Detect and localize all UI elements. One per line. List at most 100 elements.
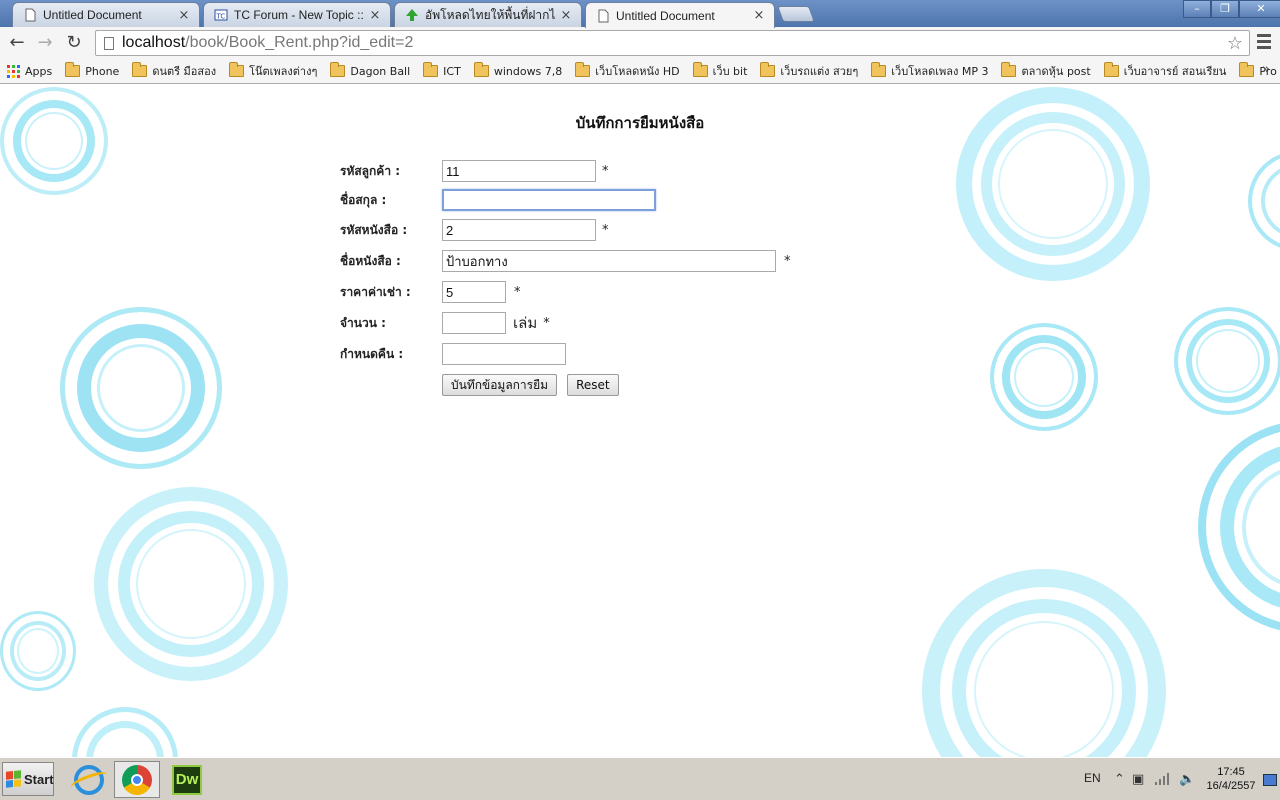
close-icon[interactable]: × xyxy=(368,8,382,23)
taskbar-internet-explorer[interactable] xyxy=(66,761,112,798)
book-name-label: ชื่อหนังสือ : xyxy=(340,253,401,268)
bookmark-label: ICT xyxy=(443,64,461,78)
tab-title: อัพโหลดไทยให้พื้นที่ฝากไฟล์ xyxy=(425,7,555,22)
bookmark-folder[interactable]: ICT xyxy=(423,62,461,78)
back-button[interactable]: ← xyxy=(6,32,28,54)
bookmark-folder[interactable]: Dagon Ball xyxy=(330,62,411,78)
decorative-ring xyxy=(922,569,1166,757)
book-id-input[interactable] xyxy=(442,219,596,241)
taskbar: Start Dw EN ⌃ ▣ 🔈 17:45 16/4/2557 xyxy=(0,757,1280,800)
required-marker: * xyxy=(514,284,521,300)
restore-button[interactable]: ❐ xyxy=(1211,0,1239,18)
bookmark-folder[interactable]: เว็บโหลดหนัง HD xyxy=(575,62,680,80)
row-book-name: ชื่อหนังสือ : * xyxy=(340,249,791,273)
new-tab-button[interactable] xyxy=(777,6,815,22)
folder-icon xyxy=(473,62,489,77)
start-label: Start xyxy=(24,771,54,787)
bookmark-label: เว็บ bit xyxy=(712,65,748,78)
taskbar-dreamweaver[interactable]: Dw xyxy=(164,761,210,798)
close-icon[interactable]: × xyxy=(177,8,191,23)
folder-icon xyxy=(423,62,439,77)
customer-id-input[interactable] xyxy=(442,160,596,182)
bookmark-folder[interactable]: windows 7,8 xyxy=(473,62,562,78)
bookmark-folder[interactable]: เว็บ bit xyxy=(692,62,748,80)
rent-price-input[interactable] xyxy=(442,281,506,303)
reset-button[interactable]: Reset xyxy=(567,374,619,396)
clock-date: 16/4/2557 xyxy=(1206,780,1256,792)
customer-id-label: รหัสลูกค้า : xyxy=(340,163,401,178)
tab-tc-forum[interactable]: TC TC Forum - New Topic :: เริ่ม × xyxy=(203,2,391,27)
bookmarks-more-chevron-icon[interactable]: » xyxy=(1262,62,1270,77)
system-clock[interactable]: 17:45 16/4/2557 xyxy=(1204,765,1258,793)
tab-upload-thai[interactable]: อัพโหลดไทยให้พื้นที่ฝากไฟล์ × xyxy=(394,2,582,27)
bookmark-label: เว็บรถแต่ง สวยๆ xyxy=(780,65,859,78)
quantity-input[interactable] xyxy=(442,312,506,334)
bookmark-star-icon[interactable]: ☆ xyxy=(1227,33,1243,54)
full-name-input[interactable] xyxy=(442,189,656,211)
page-icon xyxy=(596,9,610,23)
chrome-icon xyxy=(122,764,152,795)
bookmark-folder[interactable]: เว็บรถแต่ง สวยๆ xyxy=(760,62,858,80)
bookmark-folder[interactable]: โน๊ตเพลงต่างๆ xyxy=(229,62,317,80)
bookmark-folder[interactable]: Phone xyxy=(65,62,120,78)
network-signal-icon[interactable] xyxy=(1154,772,1172,790)
quantity-unit: เล่ม xyxy=(513,314,538,332)
clock-time: 17:45 xyxy=(1217,766,1245,778)
window-controls: – ❐ ✕ xyxy=(1183,0,1280,18)
row-quantity: จำนวน : เล่ม * xyxy=(340,311,550,335)
volume-speaker-icon[interactable]: 🔈 xyxy=(1179,772,1195,787)
return-date-input[interactable] xyxy=(442,343,566,365)
folder-icon xyxy=(65,62,81,77)
bookmark-folder[interactable]: เว็บอาจารย์ สอนเรียน xyxy=(1103,62,1227,80)
row-customer-id: รหัสลูกค้า : * xyxy=(340,159,609,183)
forum-icon: TC xyxy=(214,8,228,22)
decorative-ring xyxy=(72,707,178,757)
start-button[interactable]: Start xyxy=(2,762,54,796)
reload-button[interactable]: ↻ xyxy=(63,32,85,54)
url-host: localhost xyxy=(122,34,186,51)
show-hidden-icons-chevron-icon[interactable]: ⌃ xyxy=(1114,772,1125,787)
forward-button[interactable]: → xyxy=(34,32,56,54)
decorative-ring xyxy=(0,611,76,691)
taskbar-google-chrome[interactable] xyxy=(114,761,160,798)
bookmarks-bar: Apps Phone ดนตรี มือสอง โน๊ตเพลงต่างๆ Da… xyxy=(0,59,1280,84)
bookmark-folder[interactable]: Pro PB xyxy=(1239,62,1280,78)
bookmark-apps[interactable]: Apps xyxy=(7,64,53,78)
decorative-ring xyxy=(0,87,108,195)
bookmark-label: Apps xyxy=(25,64,53,78)
folder-icon xyxy=(575,62,591,77)
bookmark-label: เว็บอาจารย์ สอนเรียน xyxy=(1123,65,1227,78)
ie-icon xyxy=(74,764,104,795)
show-desktop-icon[interactable] xyxy=(1263,774,1277,786)
url-text[interactable]: localhost/book/Book_Rent.php?id_edit=2 xyxy=(122,34,413,52)
folder-icon xyxy=(1239,62,1255,77)
page-viewport: บันทึกการยืมหนังสือ รหัสลูกค้า : * ชื่อส… xyxy=(0,85,1280,757)
bookmark-folder[interactable]: ตลาดหุ้น post xyxy=(1001,62,1091,80)
tab-untitled-document-1[interactable]: Untitled Document × xyxy=(12,2,200,27)
svg-text:TC: TC xyxy=(216,13,226,21)
url-path: /book/Book_Rent.php?id_edit=2 xyxy=(185,34,414,51)
required-marker: * xyxy=(784,253,791,269)
tab-untitled-document-active[interactable]: Untitled Document × xyxy=(585,2,775,28)
book-name-input[interactable] xyxy=(442,250,776,272)
folder-icon xyxy=(692,62,708,77)
close-icon[interactable]: × xyxy=(559,8,573,23)
language-indicator[interactable]: EN xyxy=(1084,771,1101,785)
decorative-ring xyxy=(1198,421,1280,633)
folder-icon xyxy=(330,62,346,77)
close-icon[interactable]: × xyxy=(752,8,766,23)
required-marker: * xyxy=(543,315,550,331)
address-bar[interactable]: localhost/book/Book_Rent.php?id_edit=2 ☆ xyxy=(95,30,1250,56)
safely-remove-hardware-icon[interactable]: ▣ xyxy=(1132,772,1144,787)
save-rental-button[interactable]: บันทึกข้อมูลการยืม xyxy=(442,374,558,396)
bookmark-folder[interactable]: เว็บโหลดเพลง MP 3 xyxy=(871,62,988,80)
bookmark-folder[interactable]: ดนตรี มือสอง xyxy=(132,62,216,80)
bookmark-label: Phone xyxy=(85,64,120,78)
chrome-menu-icon[interactable] xyxy=(1257,34,1271,50)
page-icon xyxy=(104,36,114,50)
bookmark-label: Dagon Ball xyxy=(350,64,411,78)
bookmark-label: โน๊ตเพลงต่างๆ xyxy=(249,65,318,78)
tab-title: Untitled Document xyxy=(43,8,142,22)
window-close-button[interactable]: ✕ xyxy=(1239,0,1280,18)
minimize-button[interactable]: – xyxy=(1183,0,1211,18)
